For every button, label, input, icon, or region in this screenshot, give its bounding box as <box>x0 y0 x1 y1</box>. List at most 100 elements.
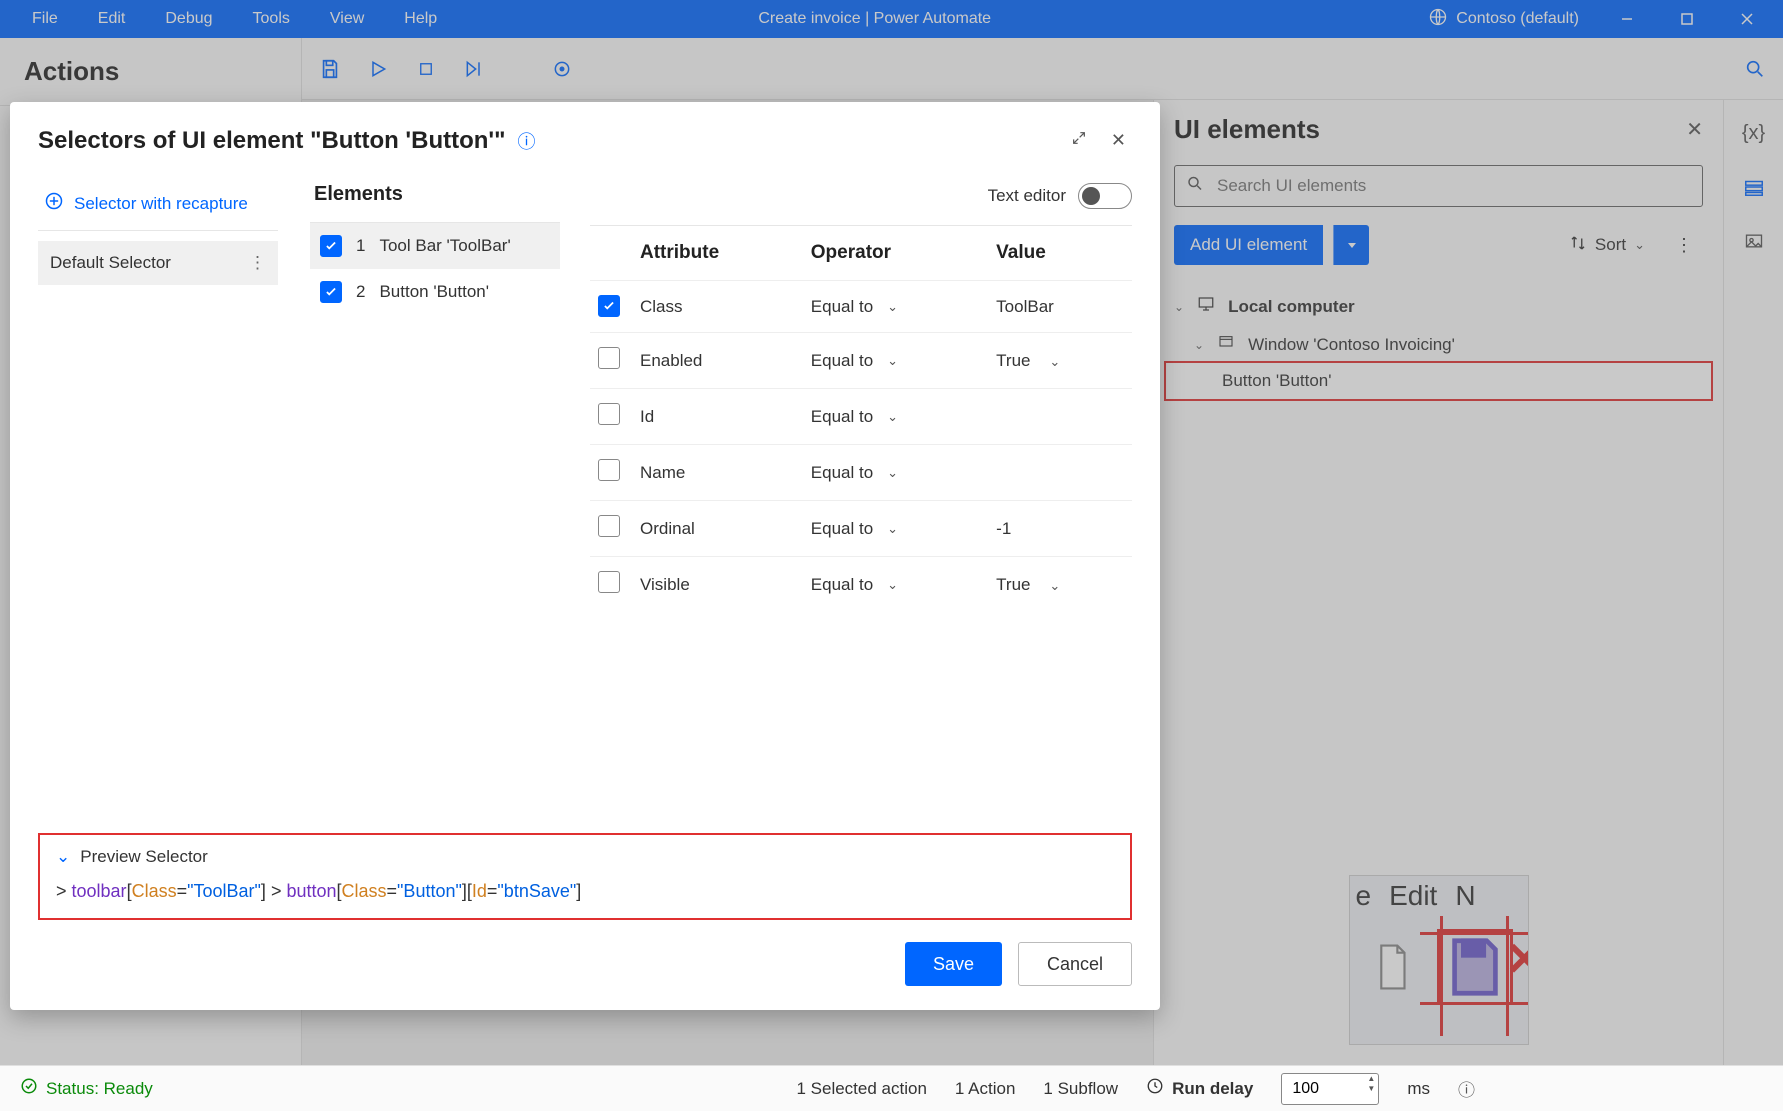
info-icon[interactable]: ⓘ <box>1458 1076 1475 1101</box>
window-icon <box>1216 334 1236 355</box>
chevron-down-icon: ⌄ <box>1194 338 1204 352</box>
chevron-down-icon: ⌄ <box>56 847 70 867</box>
selector-item-default[interactable]: Default Selector ⋮ <box>38 241 278 285</box>
checkmark-icon <box>20 1077 38 1100</box>
selector-token: "ToolBar" <box>187 881 261 901</box>
close-dialog-icon[interactable]: ✕ <box>1105 124 1132 157</box>
ui-elements-search-input[interactable] <box>1174 165 1703 207</box>
close-ui-elements-icon[interactable]: ✕ <box>1686 117 1703 142</box>
run-delay-input[interactable] <box>1281 1073 1379 1105</box>
preview-selector-string: > toolbar[Class="ToolBar"] > button[Clas… <box>56 881 1114 902</box>
add-selector-button[interactable]: Selector with recapture <box>38 183 278 231</box>
maximize-button[interactable] <box>1659 0 1715 38</box>
attribute-value[interactable]: -1 <box>988 501 1132 557</box>
variables-icon[interactable]: {x} <box>1741 120 1767 146</box>
selector-token: ][ <box>462 881 472 901</box>
dialog-header: Selectors of UI element "Button 'Button'… <box>10 102 1160 169</box>
images-icon[interactable] <box>1741 228 1767 254</box>
menubar: File Edit Debug Tools View Help <box>0 2 457 36</box>
environment-label: Contoso (default) <box>1456 10 1579 28</box>
expand-dialog-icon[interactable] <box>1065 124 1093 157</box>
chevron-down-icon: ⌄ <box>887 577 898 593</box>
attr-header-attribute: Attribute <box>632 226 803 281</box>
text-editor-toggle[interactable] <box>1078 183 1132 209</box>
chevron-down-icon: ⌄ <box>887 299 898 315</box>
run-flow-icon[interactable] <box>366 57 390 81</box>
attribute-row: Name Equal to ⌄ <box>590 445 1132 501</box>
add-ui-element-dropdown[interactable] <box>1333 225 1369 265</box>
element-row[interactable]: 2 Button 'Button' <box>310 269 560 315</box>
attribute-row: Id Equal to ⌄ <box>590 389 1132 445</box>
selector-item-menu-icon[interactable]: ⋮ <box>249 253 266 273</box>
attribute-operator[interactable]: Equal to ⌄ <box>803 557 988 613</box>
attribute-value[interactable]: True ⌄ <box>988 557 1132 613</box>
text-editor-label: Text editor <box>988 186 1066 206</box>
tree-window[interactable]: ⌄ Window 'Contoso Invoicing' <box>1166 326 1711 363</box>
menu-debug[interactable]: Debug <box>145 2 232 36</box>
search-flow-icon[interactable] <box>1743 57 1767 81</box>
status-indicator: Status: Ready <box>20 1077 153 1100</box>
attribute-checkbox[interactable] <box>598 459 620 481</box>
record-icon[interactable] <box>550 57 574 81</box>
preview-thumb-text: N <box>1455 880 1475 912</box>
save-button[interactable]: Save <box>905 942 1002 986</box>
attribute-operator[interactable]: Equal to ⌄ <box>803 501 988 557</box>
selector-token: Class <box>342 881 387 901</box>
info-icon[interactable]: ⓘ <box>518 128 536 154</box>
menu-help[interactable]: Help <box>384 2 457 36</box>
menu-edit[interactable]: Edit <box>78 2 146 36</box>
attribute-checkbox[interactable] <box>598 515 620 537</box>
element-row[interactable]: 1 Tool Bar 'ToolBar' <box>310 223 560 269</box>
attribute-operator[interactable]: Equal to ⌄ <box>803 445 988 501</box>
minimize-button[interactable] <box>1599 0 1655 38</box>
stop-flow-icon[interactable] <box>414 57 438 81</box>
attribute-value[interactable] <box>988 389 1132 445</box>
tree-root[interactable]: ⌄ Local computer <box>1166 287 1711 326</box>
dialog-title: Selectors of UI element "Button 'Button'… <box>38 127 506 155</box>
attribute-value[interactable] <box>988 445 1132 501</box>
attribute-operator[interactable]: Equal to ⌄ <box>803 389 988 445</box>
more-options-button[interactable]: ⋮ <box>1665 229 1703 262</box>
save-flow-icon[interactable] <box>318 57 342 81</box>
attribute-operator[interactable]: Equal to ⌄ <box>803 281 988 333</box>
ui-elements-title: UI elements <box>1174 114 1320 145</box>
attribute-checkbox[interactable] <box>598 403 620 425</box>
attribute-value[interactable]: ToolBar <box>988 281 1132 333</box>
sort-icon <box>1569 234 1587 257</box>
step-flow-icon[interactable] <box>462 57 486 81</box>
dialog-footer: Save Cancel <box>10 942 1160 1010</box>
menu-file[interactable]: File <box>12 2 78 36</box>
environment-picker[interactable]: Contoso (default) <box>1412 7 1595 32</box>
close-window-button[interactable] <box>1719 0 1775 38</box>
sort-button[interactable]: Sort ⌄ <box>1559 228 1655 263</box>
attributes-column: Text editor Attribute Operator Value Cla… <box>570 169 1160 833</box>
selectors-dialog: Selectors of UI element "Button 'Button'… <box>10 102 1160 1010</box>
selector-token: = <box>487 881 498 901</box>
menu-tools[interactable]: Tools <box>233 2 310 36</box>
attribute-value[interactable]: True ⌄ <box>988 333 1132 389</box>
ui-elements-icon[interactable] <box>1741 174 1767 200</box>
flow-toolbar <box>302 38 1783 100</box>
add-ui-element-button[interactable]: Add UI element <box>1174 225 1323 265</box>
elements-header: Elements <box>310 183 403 222</box>
attribute-operator[interactable]: Equal to ⌄ <box>803 333 988 389</box>
attribute-checkbox[interactable] <box>598 571 620 593</box>
selectors-column: Selector with recapture Default Selector… <box>10 169 290 833</box>
sort-label: Sort <box>1595 235 1626 255</box>
tree-element-selected[interactable]: Button 'Button' <box>1166 363 1711 399</box>
menu-view[interactable]: View <box>310 2 384 36</box>
element-label: Button 'Button' <box>379 282 489 302</box>
cancel-button[interactable]: Cancel <box>1018 942 1132 986</box>
element-checkbox[interactable] <box>320 281 342 303</box>
spinner-buttons[interactable]: ▲▼ <box>1367 1075 1375 1093</box>
attribute-checkbox[interactable] <box>598 347 620 369</box>
chevron-down-icon: ⌄ <box>887 521 898 537</box>
preview-selector-box: ⌄ Preview Selector > toolbar[Class="Tool… <box>38 833 1132 920</box>
element-index: 2 <box>356 282 365 302</box>
preview-selector-toggle[interactable]: ⌄ Preview Selector <box>56 847 1114 867</box>
attribute-name: Enabled <box>632 333 803 389</box>
attribute-checkbox[interactable] <box>598 295 620 317</box>
element-checkbox[interactable] <box>320 235 342 257</box>
attributes-table: Attribute Operator Value Class Equal to … <box>590 226 1132 612</box>
selector-token: = <box>387 881 398 901</box>
